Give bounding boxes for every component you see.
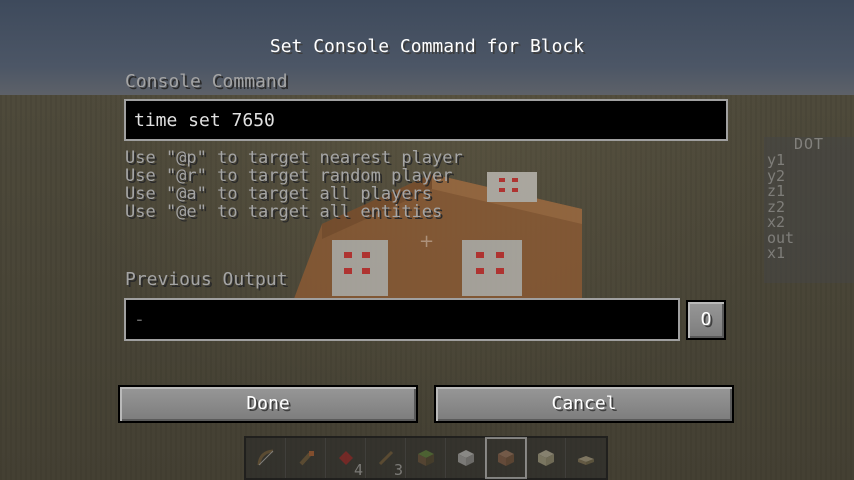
redstone-icon [338, 451, 353, 465]
hotbar-slot-2[interactable] [286, 438, 326, 478]
hotbar-slot-4[interactable]: 3 [366, 438, 406, 478]
slot-count: 3 [393, 461, 403, 479]
hint-line: Use "@r" to target random player [125, 166, 453, 186]
sandstone-icon [537, 450, 554, 466]
daylight-sensor-icon [578, 456, 594, 465]
hotbar-slot-8[interactable] [526, 438, 566, 478]
scoreboard-sidebar: DOT y1 y2 z1 z2 x2 out x1 [764, 137, 854, 283]
hint-line: Use "@p" to target nearest player [125, 148, 463, 168]
hotbar: 4 3 [244, 436, 608, 480]
bow-icon [257, 449, 273, 466]
dialog-title: Set Console Command for Block [269, 36, 585, 57]
hotbar-slot-3[interactable]: 4 [326, 438, 366, 478]
crosshair-icon: + [419, 231, 435, 252]
toggle-output-button[interactable]: O [686, 300, 726, 340]
grass-block-icon [417, 450, 434, 466]
hotbar-slot-6[interactable] [446, 438, 486, 478]
console-command-input[interactable] [124, 99, 728, 141]
target-hints: Use "@p" to target nearest player Use "@… [125, 149, 463, 221]
slot-count: 4 [353, 461, 363, 479]
hotbar-slot-5[interactable] [406, 438, 446, 478]
quartz-block-icon [457, 450, 474, 466]
console-command-label: Console Command [125, 71, 288, 92]
scoreboard-row: x1 [764, 246, 854, 262]
hotbar-slot-9[interactable] [566, 438, 606, 478]
stick-icon [378, 450, 393, 466]
cancel-button[interactable]: Cancel [434, 385, 734, 423]
torch-icon [299, 451, 314, 466]
previous-output-label: Previous Output [125, 269, 288, 290]
hint-line: Use "@e" to target all entities [125, 202, 443, 222]
done-button[interactable]: Done [118, 385, 418, 423]
hint-line: Use "@a" to target all players [125, 184, 433, 204]
hotbar-slot-7[interactable] [485, 437, 527, 479]
command-block-icon [497, 450, 514, 466]
scoreboard-row-name: x1 [767, 244, 786, 262]
previous-output-field: - [124, 298, 680, 341]
hotbar-slot-1[interactable] [246, 438, 286, 478]
